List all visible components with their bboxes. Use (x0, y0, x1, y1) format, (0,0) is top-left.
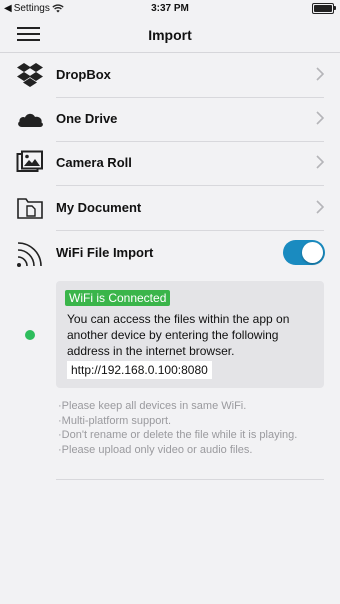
divider (56, 479, 324, 480)
tip-item: ·Please upload only video or audio files… (58, 443, 253, 456)
status-bar: ◀ Settings 3:37 PM (0, 0, 340, 18)
chevron-right-icon (316, 200, 325, 214)
status-badge: WiFi is Connected (65, 290, 171, 306)
row-wifi-import: WiFi File Import (0, 231, 340, 275)
page-title: Import (148, 27, 192, 43)
chevron-right-icon (316, 155, 325, 169)
photos-icon (16, 150, 43, 172)
wifi-icon (17, 242, 42, 267)
tips-list: ·Please keep all devices in same WiFi. ·… (58, 399, 322, 457)
wifi-import-toggle[interactable] (283, 240, 325, 265)
clock: 3:37 PM (151, 3, 189, 14)
dropbox-icon (17, 63, 43, 87)
folder-icon (17, 198, 43, 219)
row-label: WiFi File Import (56, 245, 154, 260)
row-label: My Document (56, 200, 142, 215)
chevron-right-icon (316, 111, 325, 125)
wifi-description: You can access the files within the app … (67, 312, 290, 358)
row-camera-roll[interactable]: Camera Roll (0, 141, 340, 185)
nav-bar: Import (0, 18, 340, 53)
tip-item: ·Multi-platform support. (58, 414, 172, 427)
battery-icon (312, 3, 336, 14)
toggle-knob (302, 242, 323, 263)
wifi-info-panel: WiFi is Connected You can access the fil… (56, 281, 324, 388)
onedrive-icon (18, 113, 43, 127)
server-address: http://192.168.0.100:8080 (67, 361, 212, 379)
row-label: DropBox (56, 67, 111, 82)
row-onedrive[interactable]: One Drive (0, 97, 340, 141)
chevron-right-icon (316, 67, 325, 81)
row-my-document[interactable]: My Document (0, 186, 340, 230)
row-dropbox[interactable]: DropBox (0, 53, 340, 97)
connection-indicator-dot (25, 330, 35, 340)
row-label: Camera Roll (56, 155, 132, 170)
tip-item: ·Please keep all devices in same WiFi. (58, 400, 247, 412)
tip-item: ·Don't rename or delete the file while i… (58, 429, 298, 441)
row-label: One Drive (56, 111, 118, 126)
